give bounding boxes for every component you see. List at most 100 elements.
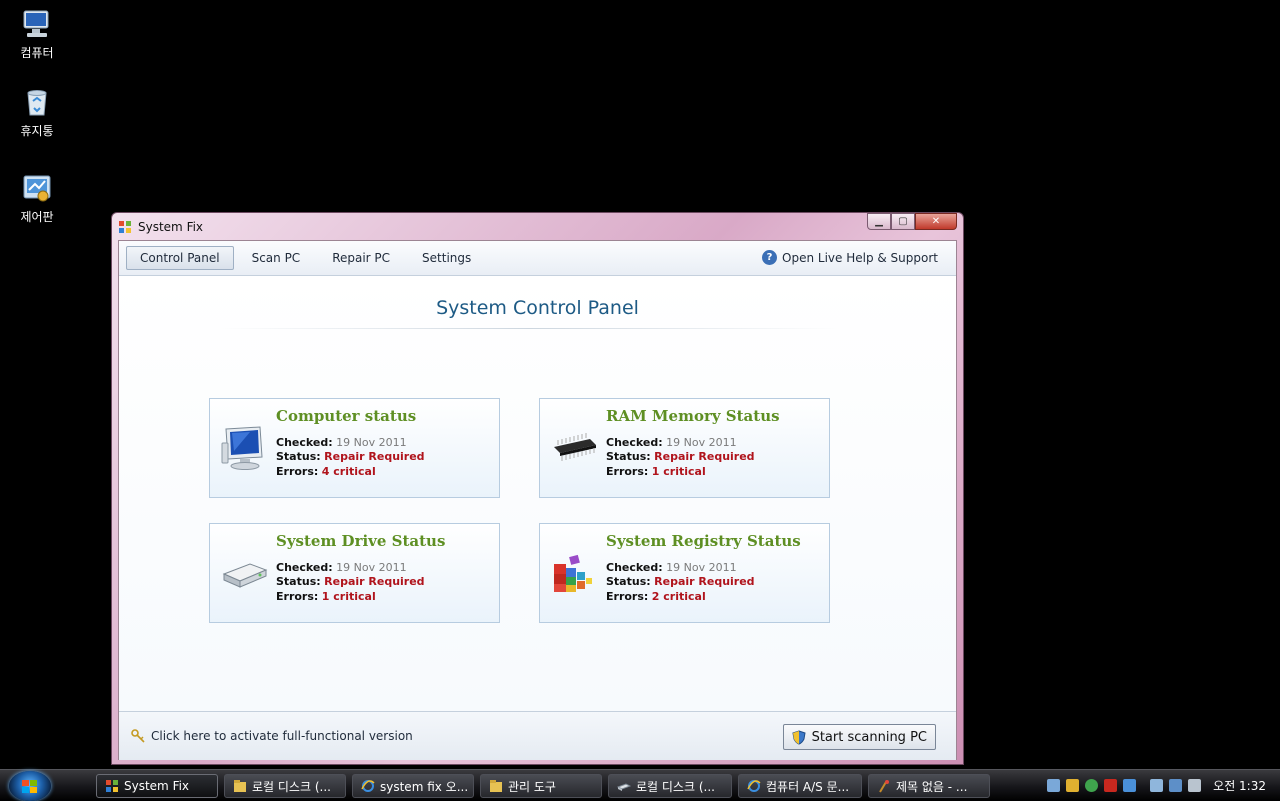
desktop-icon-label: 제어판 [20, 210, 54, 224]
errors-label: Errors: [276, 465, 319, 478]
checked-label: Checked: [606, 436, 663, 449]
system-fix-window: System Fix ▁ ▢ ✕ Control Panel Scan PC R… [111, 212, 964, 765]
errors-row: Errors: 1 critical [606, 465, 706, 478]
taskbar-item-paint[interactable]: 제목 없음 - ... [868, 774, 990, 798]
card-title: System Registry Status [606, 532, 801, 550]
taskbar-item-local-disk[interactable]: 로컬 디스크 (... [224, 774, 346, 798]
system-registry-status-card[interactable]: System Registry Status Checked: 19 Nov 2… [539, 523, 830, 623]
taskbar-item-system-fix[interactable]: System Fix [96, 774, 218, 798]
activate-link[interactable]: Click here to activate full-functional v… [131, 729, 413, 743]
security-shield-icon[interactable] [1066, 779, 1080, 792]
volume-icon[interactable] [1188, 779, 1202, 792]
footer-bar: Click here to activate full-functional v… [119, 711, 956, 760]
card-title: Computer status [276, 407, 417, 425]
drive-icon [616, 779, 632, 793]
help-support-label: Open Live Help & Support [782, 250, 938, 265]
paint-icon [877, 779, 891, 793]
checked-row: Checked: 19 Nov 2011 [276, 436, 407, 449]
monitor-icon [220, 425, 268, 471]
checked-label: Checked: [276, 561, 333, 574]
shield-icon [792, 729, 806, 745]
system-drive-status-card[interactable]: System Drive Status Checked: 19 Nov 2011… [209, 523, 500, 623]
menu-bar: Control Panel Scan PC Repair PC Settings… [119, 241, 956, 276]
taskbar-item-browser-2[interactable]: 컴퓨터 A/S 문... [738, 774, 862, 798]
card-title: RAM Memory Status [606, 407, 780, 425]
taskbar-item-label: System Fix [124, 779, 190, 793]
maximize-button[interactable]: ▢ [891, 213, 915, 230]
checked-date: 19 Nov 2011 [666, 561, 737, 574]
checked-date: 19 Nov 2011 [336, 436, 407, 449]
close-button[interactable]: ✕ [915, 213, 957, 230]
help-support-link[interactable]: ? Open Live Help & Support [762, 250, 938, 265]
minimize-button[interactable]: ▁ [867, 213, 891, 230]
app-icon [105, 779, 119, 793]
taskbar-item-browser[interactable]: system fix 오... [352, 774, 474, 798]
folder-icon [233, 779, 247, 793]
minimize-icon: ▁ [875, 216, 883, 227]
taskbar-item-admin-tools[interactable]: 관리 도구 [480, 774, 602, 798]
ram-memory-status-card[interactable]: RAM Memory Status Checked: 19 Nov 2011 S… [539, 398, 830, 498]
recycle-bin-icon [21, 86, 53, 118]
taskbar-item-label: 제목 없음 - ... [896, 779, 968, 794]
window-title: System Fix [138, 220, 204, 234]
status-row: Status: Repair Required [606, 450, 755, 463]
status-label: Status: [606, 450, 651, 463]
desktop-icon-label: 컴퓨터 [20, 46, 54, 60]
internet-explorer-icon [361, 779, 375, 793]
close-icon: ✕ [931, 216, 941, 227]
checked-row: Checked: 19 Nov 2011 [276, 561, 407, 574]
app-icon [118, 220, 132, 234]
clock[interactable]: 오전 1:32 [1213, 777, 1266, 794]
desktop-icon-recycle-bin[interactable]: 휴지통 [10, 86, 64, 139]
checked-row: Checked: 19 Nov 2011 [606, 561, 737, 574]
start-scanning-button[interactable]: Start scanning PC [782, 724, 936, 750]
window-client-area: Control Panel Scan PC Repair PC Settings… [118, 240, 957, 760]
key-icon [131, 729, 145, 743]
help-icon: ? [762, 250, 778, 265]
computer-icon [21, 8, 53, 40]
errors-row: Errors: 4 critical [276, 465, 376, 478]
start-button[interactable] [9, 771, 51, 801]
tab-repair-pc[interactable]: Repair PC [318, 246, 404, 270]
checked-label: Checked: [606, 561, 663, 574]
tab-scan-pc[interactable]: Scan PC [238, 246, 315, 270]
tab-settings[interactable]: Settings [408, 246, 485, 270]
utorrent-icon[interactable] [1085, 779, 1099, 792]
windows-flag-tray-icon[interactable] [1123, 779, 1137, 792]
power-icon[interactable] [1150, 779, 1164, 792]
desktop-icon-label: 휴지통 [20, 124, 54, 138]
card-title: System Drive Status [276, 532, 446, 550]
computer-status-card[interactable]: Computer status Checked: 19 Nov 2011 Sta… [209, 398, 500, 498]
desktop-icon-control-panel[interactable]: 제어판 [10, 172, 64, 225]
errors-value: 2 critical [651, 590, 706, 603]
monitor-tray-icon[interactable] [1169, 779, 1183, 792]
network-icon[interactable] [1047, 779, 1061, 792]
page-title: System Control Panel [436, 297, 639, 319]
folder-icon [489, 779, 503, 793]
adobe-icon[interactable] [1104, 779, 1118, 792]
maximize-icon: ▢ [898, 216, 908, 227]
registry-icon [550, 550, 598, 596]
status-row: Status: Repair Required [276, 575, 425, 588]
activate-label: Click here to activate full-functional v… [151, 729, 413, 743]
tab-control-panel[interactable]: Control Panel [126, 246, 234, 270]
hard-drive-icon [220, 550, 268, 596]
status-value: Repair Required [324, 575, 425, 588]
status-value: Repair Required [654, 575, 755, 588]
status-label: Status: [276, 450, 321, 463]
checked-label: Checked: [276, 436, 333, 449]
taskbar-item-label: system fix 오... [380, 779, 469, 794]
title-divider [219, 328, 839, 329]
errors-label: Errors: [606, 590, 649, 603]
window-titlebar[interactable]: System Fix [118, 217, 203, 237]
desktop-icon-computer[interactable]: 컴퓨터 [10, 8, 64, 61]
status-value: Repair Required [654, 450, 755, 463]
errors-value: 4 critical [321, 465, 376, 478]
errors-label: Errors: [606, 465, 649, 478]
taskbar-item-local-disk-2[interactable]: 로컬 디스크 (... [608, 774, 732, 798]
checked-row: Checked: 19 Nov 2011 [606, 436, 737, 449]
control-panel-icon [21, 172, 53, 204]
taskbar-item-label: 관리 도구 [508, 779, 556, 794]
errors-label: Errors: [276, 590, 319, 603]
taskbar-item-label: 로컬 디스크 (... [252, 779, 331, 794]
